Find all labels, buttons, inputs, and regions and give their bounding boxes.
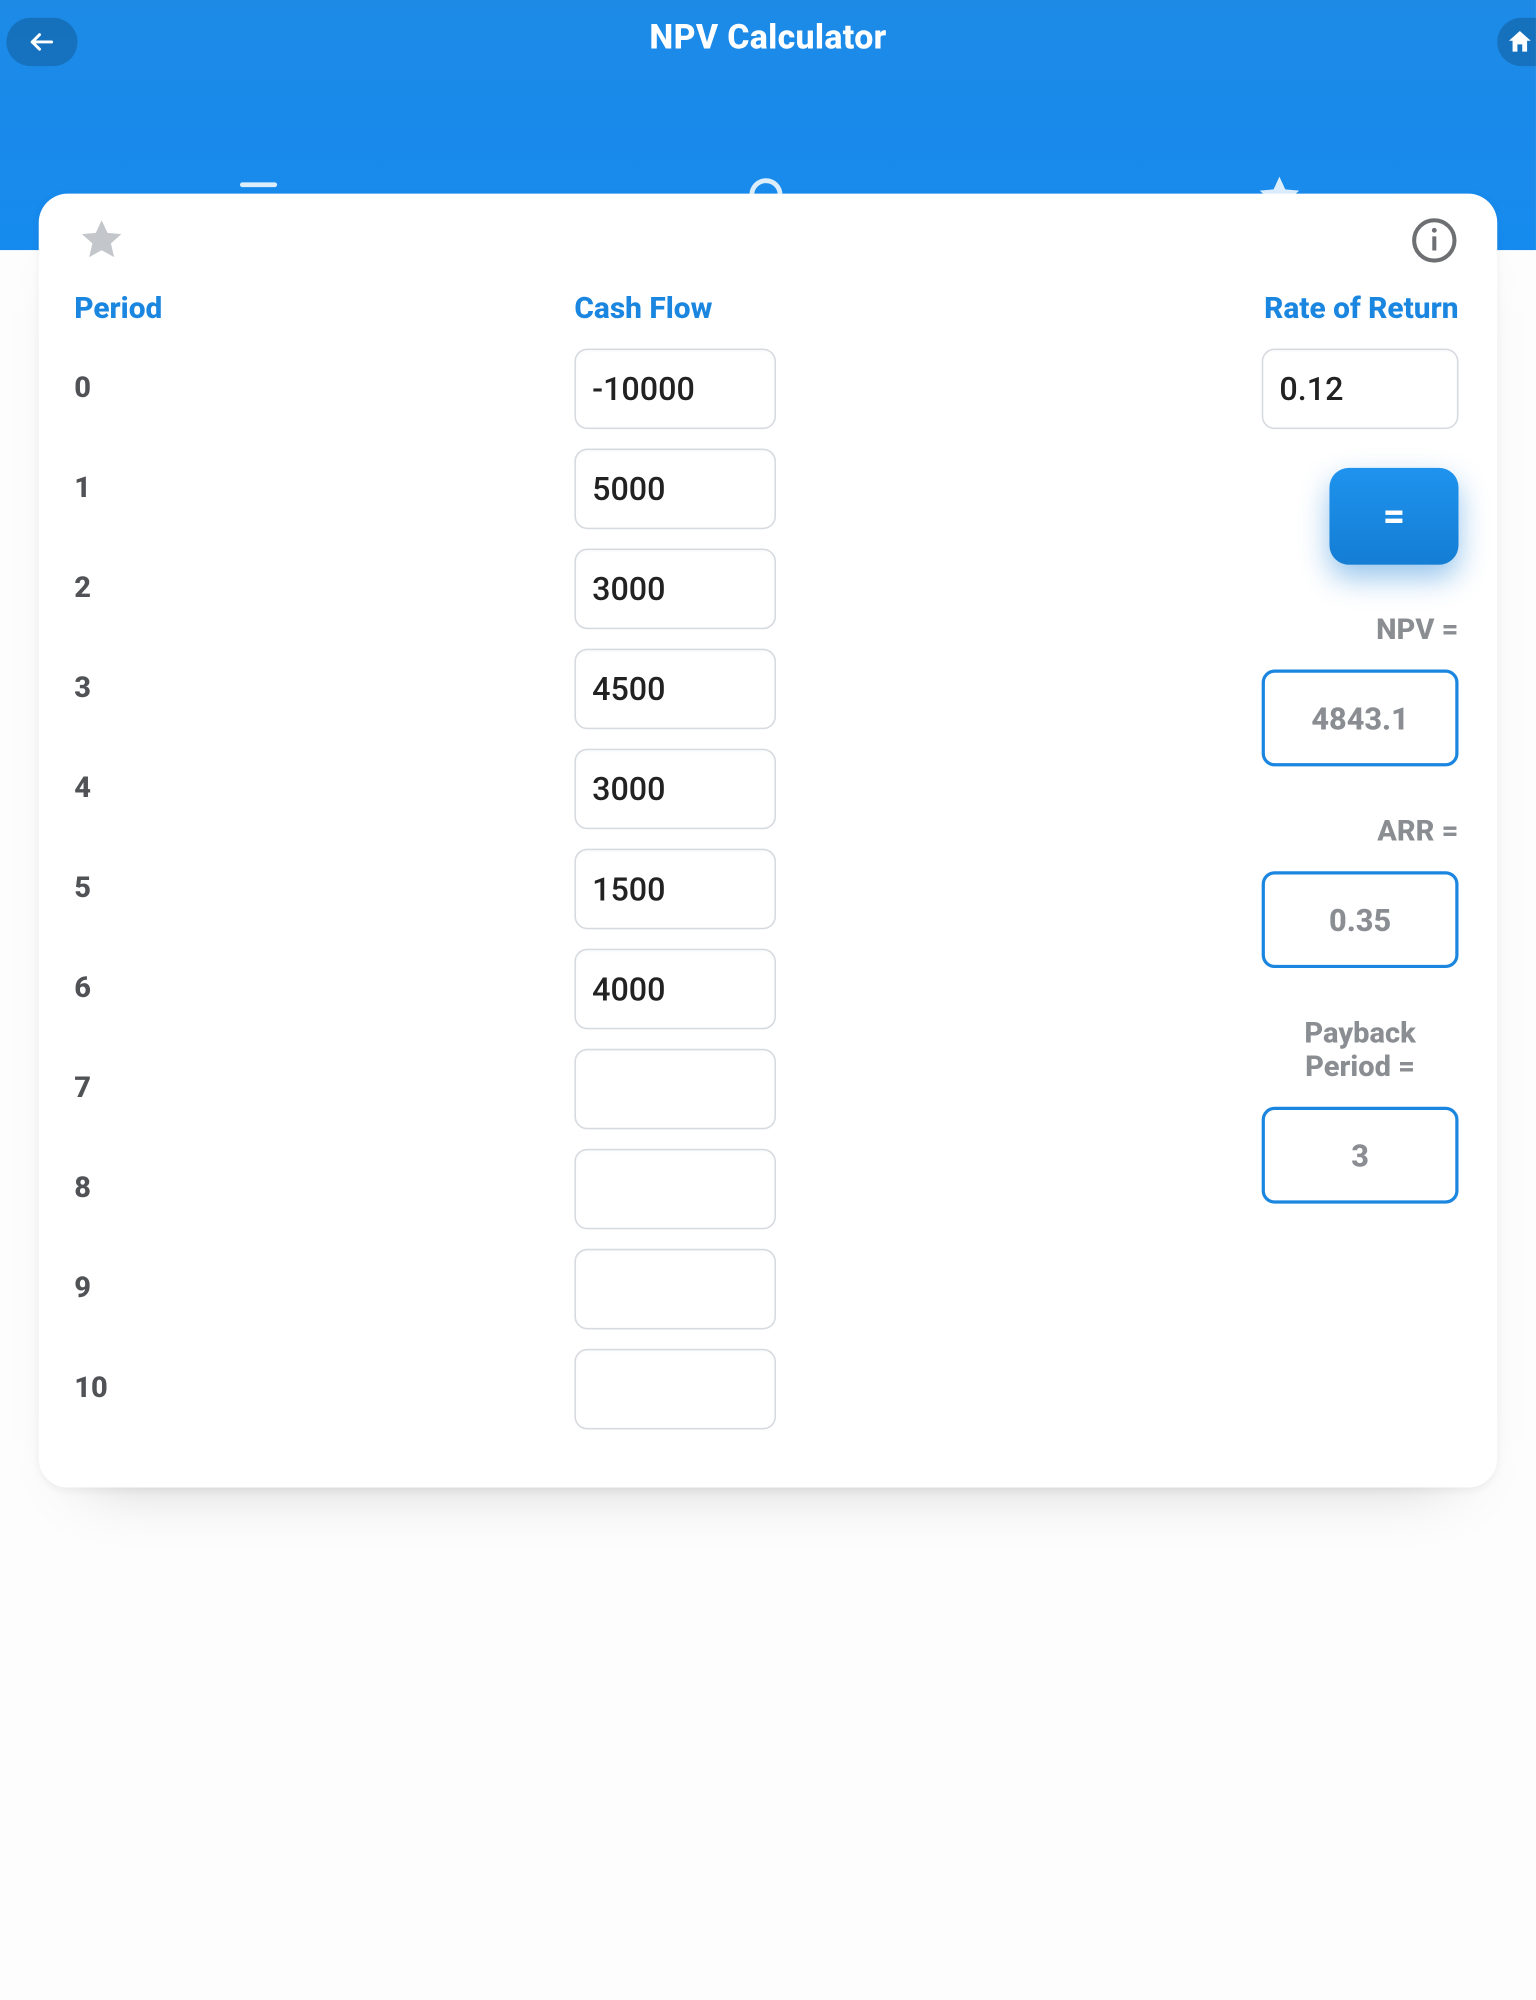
period-number: 10	[74, 1349, 574, 1430]
cash-flow-input-3[interactable]	[574, 649, 776, 730]
period-number: 5	[74, 849, 574, 930]
arr-result: 0.35	[1262, 871, 1459, 968]
page-title: NPV Calculator	[0, 19, 1536, 58]
npv-result: 4843.1	[1262, 670, 1459, 767]
cash-flow-input-0[interactable]	[574, 348, 776, 429]
period-number: 4	[74, 749, 574, 830]
cash-flow-input-6[interactable]	[574, 949, 776, 1030]
rate-of-return-input[interactable]	[1262, 348, 1459, 429]
period-header: Period	[74, 290, 574, 325]
calculator-card: Period 0 1 2 3 4 5 6 7 8 9 10 Cash Flow Rate of Re…	[39, 194, 1498, 1488]
info-icon	[1410, 216, 1458, 264]
cash-flow-input-10[interactable]	[574, 1349, 776, 1430]
arr-label: ARR =	[1377, 815, 1458, 849]
payback-result: 3	[1262, 1107, 1459, 1204]
cash-flow-input-7[interactable]	[574, 1049, 776, 1130]
npv-label: NPV =	[1376, 613, 1458, 647]
star-outline-icon	[77, 216, 125, 264]
cash-flow-input-5[interactable]	[574, 849, 776, 930]
cashflow-header: Cash Flow	[574, 290, 1074, 325]
period-number: 9	[74, 1249, 574, 1330]
info-button[interactable]	[1410, 216, 1458, 264]
period-number: 1	[74, 449, 574, 530]
cash-flow-input-2[interactable]	[574, 549, 776, 630]
period-number: 8	[74, 1149, 574, 1230]
cash-flow-input-9[interactable]	[574, 1249, 776, 1330]
payback-label: Payback Period =	[1262, 1016, 1459, 1084]
period-number: 3	[74, 649, 574, 730]
cash-flow-input-1[interactable]	[574, 449, 776, 530]
period-number: 6	[74, 949, 574, 1030]
rate-header: Rate of Return	[1264, 290, 1458, 325]
home-icon	[1505, 27, 1534, 56]
cash-flow-input-4[interactable]	[574, 749, 776, 830]
calculate-button[interactable]: =	[1329, 468, 1458, 565]
cash-flow-input-8[interactable]	[574, 1149, 776, 1230]
period-number: 0	[74, 348, 574, 429]
period-number: 2	[74, 549, 574, 630]
favorite-toggle[interactable]	[77, 216, 125, 264]
period-number: 7	[74, 1049, 574, 1130]
home-button[interactable]	[1497, 18, 1536, 66]
